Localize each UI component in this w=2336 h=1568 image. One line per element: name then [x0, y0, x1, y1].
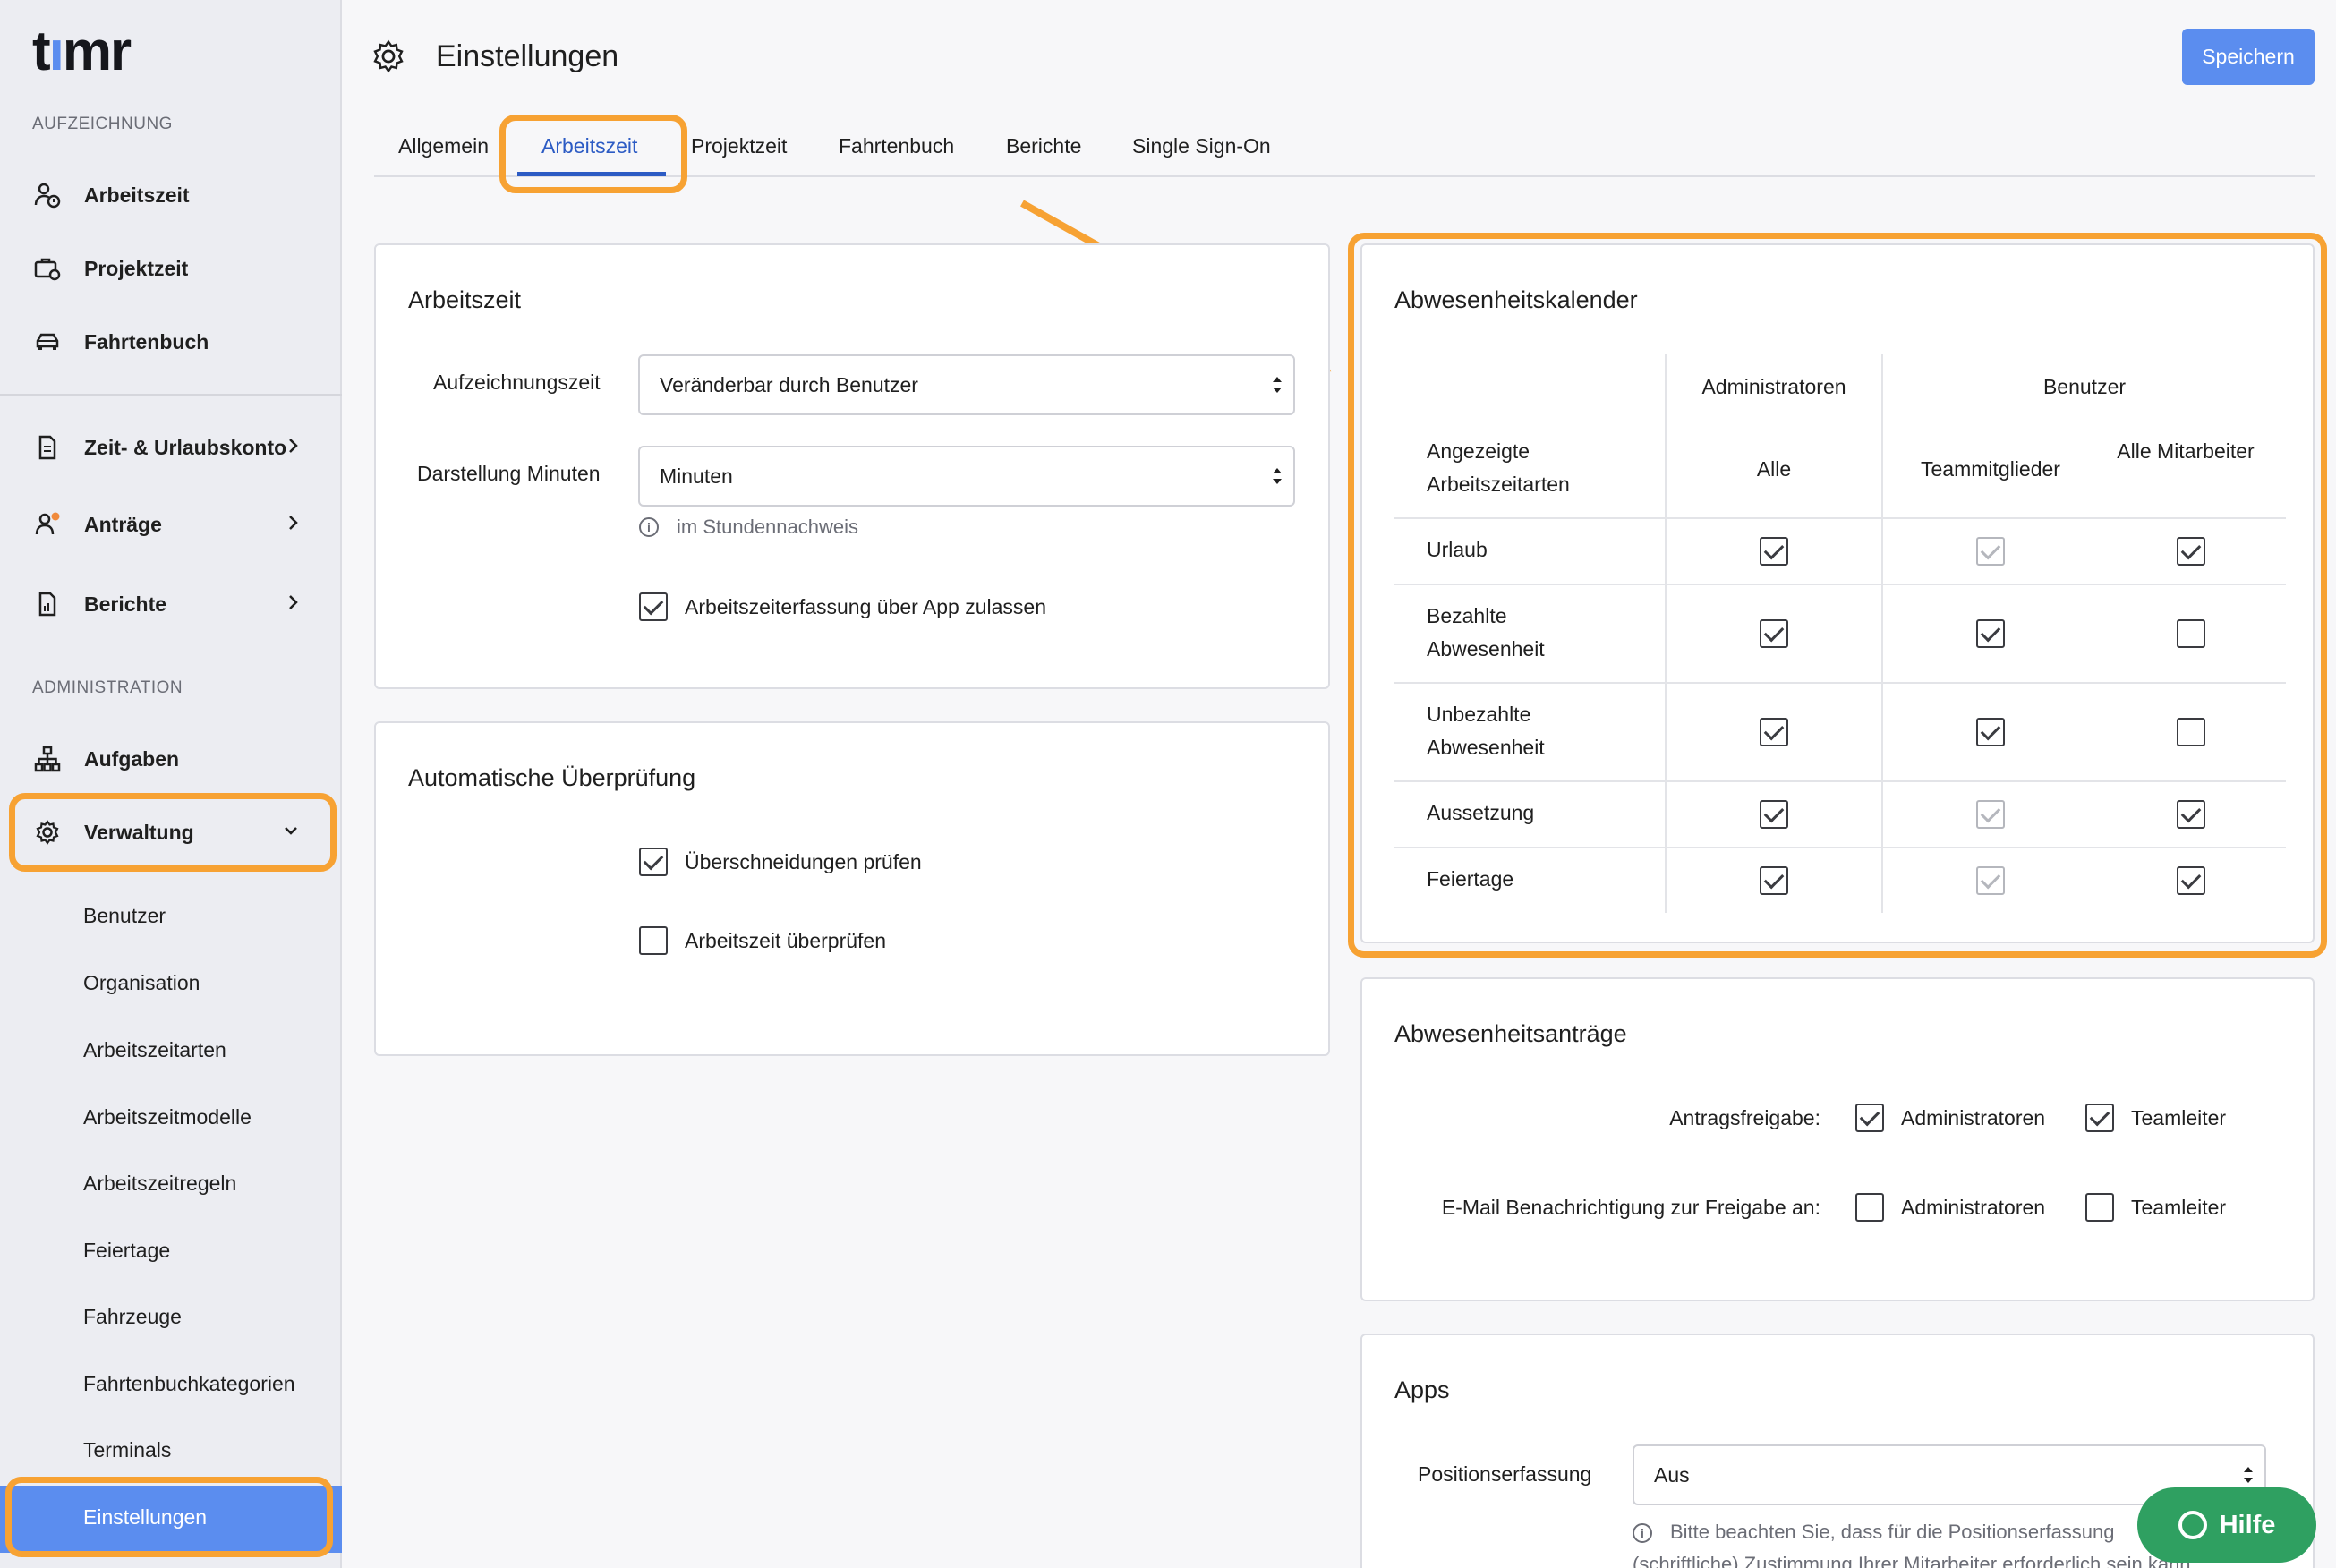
- overlap-check-checkbox[interactable]: [639, 848, 668, 876]
- timr-logo[interactable]: tımr: [32, 20, 132, 83]
- sidebar-subitem-feiertage[interactable]: Feiertage: [83, 1239, 170, 1263]
- sidebar-item-antraege[interactable]: Anträge: [32, 498, 319, 551]
- sidebar-subitem-fahrtenbuchkategorien[interactable]: Fahrtenbuchkategorien: [83, 1372, 295, 1396]
- card-title: Arbeitszeit: [408, 286, 522, 313]
- sidebar-item-label: Aufgaben: [84, 746, 180, 771]
- checkbox-label: Arbeitszeit überprüfen: [685, 929, 887, 952]
- car-icon: [32, 327, 63, 357]
- save-button[interactable]: Speichern: [2182, 29, 2315, 85]
- sidebar-item-label: Arbeitszeit: [84, 183, 190, 207]
- document-icon: [32, 432, 63, 463]
- tab-projektzeit[interactable]: Projektzeit: [691, 134, 787, 158]
- sidebar-item-arbeitszeit[interactable]: Arbeitszeit: [32, 168, 319, 222]
- gear-icon: [371, 39, 405, 78]
- help-button[interactable]: Hilfe: [2137, 1487, 2316, 1563]
- checkbox-label: Administratoren: [1901, 1106, 2046, 1129]
- approval-leads-checkbox[interactable]: [2085, 1104, 2114, 1132]
- hint-text: i im Stundennachweis: [639, 516, 858, 539]
- chat-bubble-icon: [2178, 1511, 2207, 1539]
- highlight-verwaltung: [9, 793, 337, 872]
- sidebar-subitem-arbeitszeitarten[interactable]: Arbeitszeitarten: [83, 1038, 226, 1062]
- approval-label: Antragsfreigabe:: [1669, 1106, 1820, 1129]
- sidebar-item-label: Projektzeit: [84, 256, 189, 280]
- recording-time-select[interactable]: Veränderbar durch Benutzer: [638, 354, 1295, 415]
- report-icon: [32, 589, 63, 619]
- sidebar-item-label: Fahrtenbuch: [84, 329, 209, 354]
- checkbox-label: Teamleiter: [2131, 1196, 2227, 1219]
- approval-admins-checkbox[interactable]: [1855, 1104, 1884, 1132]
- select-value: Veränderbar durch Benutzer: [660, 372, 918, 396]
- select-value: Aus: [1654, 1462, 1690, 1487]
- sidebar-subitem-fahrzeuge[interactable]: Fahrzeuge: [83, 1305, 182, 1329]
- sidebar-item-berichte[interactable]: Berichte: [32, 577, 319, 631]
- checkbox-label: Administratoren: [1901, 1196, 2046, 1219]
- highlight-einstellungen: [5, 1477, 333, 1557]
- worktime-check-checkbox[interactable]: [639, 926, 668, 955]
- select-value: Minuten: [660, 464, 733, 488]
- select-arrows-icon: [1270, 464, 1284, 494]
- tab-single-sign-on[interactable]: Single Sign-On: [1132, 134, 1271, 158]
- absence-requests-card: Abwesenheitsanträge Antragsfreigabe: Adm…: [1360, 977, 2315, 1301]
- app-recording-checkbox[interactable]: [639, 592, 668, 621]
- card-title: Automatische Überprüfung: [408, 764, 696, 791]
- sidebar-item-fahrtenbuch[interactable]: Fahrtenbuch: [32, 315, 319, 369]
- briefcase-icon: [32, 253, 63, 284]
- help-label: Hilfe: [2219, 1510, 2276, 1539]
- field-label: Aufzeichnungszeit: [433, 371, 601, 394]
- chevron-right-icon: [286, 592, 301, 618]
- field-label: Darstellung Minuten: [417, 462, 601, 485]
- hint-line-1: Bitte beachten Sie, dass für die Positio…: [1670, 1521, 2115, 1543]
- card-title: Apps: [1394, 1376, 1450, 1403]
- info-icon: i: [1633, 1523, 1652, 1544]
- sidebar: tımr AUFZEICHNUNG Arbeitszeit Projektzei…: [0, 0, 342, 1568]
- sidebar-item-label: Zeit- & Urlaubskonto: [84, 435, 287, 459]
- sidebar-subitem-organisation[interactable]: Organisation: [83, 971, 200, 995]
- info-icon: i: [639, 517, 659, 537]
- sidebar-item-zeit-urlaubskonto[interactable]: Zeit- & Urlaubskonto: [32, 421, 319, 474]
- field-label: Positionserfassung: [1418, 1462, 1592, 1486]
- select-arrows-icon: [1270, 372, 1284, 403]
- highlight-tab-arbeitszeit: [499, 115, 687, 193]
- chevron-right-icon: [286, 436, 301, 461]
- hierarchy-icon: [32, 744, 63, 774]
- email-notification-label: E-Mail Benachrichtigung zur Freigabe an:: [1441, 1196, 1820, 1219]
- arbeitszeit-card: Arbeitszeit Aufzeichnungszeit Veränderba…: [374, 243, 1330, 689]
- sidebar-subitem-arbeitszeitmodelle[interactable]: Arbeitszeitmodelle: [83, 1105, 252, 1129]
- person-clock-icon: [32, 180, 63, 210]
- section-label-recording: AUFZEICHNUNG: [32, 115, 173, 133]
- auto-check-card: Automatische Überprüfung Überschneidunge…: [374, 721, 1330, 1056]
- minutes-display-select[interactable]: Minuten: [638, 446, 1295, 507]
- card-title: Abwesenheitsanträge: [1394, 1020, 1627, 1047]
- sidebar-subitem-benutzer[interactable]: Benutzer: [83, 904, 166, 928]
- sidebar-divider: [0, 394, 342, 396]
- checkbox-label: Arbeitszeiterfassung über App zulassen: [685, 595, 1047, 618]
- sidebar-item-label: Berichte: [84, 592, 167, 616]
- highlight-absence-calendar: [1348, 233, 2327, 958]
- email-admins-checkbox[interactable]: [1855, 1193, 1884, 1222]
- sidebar-subitem-arbeitszeitregeln[interactable]: Arbeitszeitregeln: [83, 1172, 236, 1196]
- section-label-admin: ADMINISTRATION: [32, 678, 183, 697]
- page-title: Einstellungen: [436, 39, 619, 73]
- tab-allgemein[interactable]: Allgemein: [398, 134, 489, 158]
- sidebar-item-aufgaben[interactable]: Aufgaben: [32, 732, 319, 786]
- sidebar-item-projektzeit[interactable]: Projektzeit: [32, 242, 319, 295]
- hint-line-2: (schriftliche) Zustimmung Ihrer Mitarbei…: [1633, 1553, 2196, 1568]
- sidebar-subitem-terminals[interactable]: Terminals: [83, 1438, 171, 1462]
- tab-berichte[interactable]: Berichte: [1006, 134, 1081, 158]
- sidebar-item-label: Anträge: [84, 512, 162, 536]
- checkbox-label: Teamleiter: [2131, 1106, 2227, 1129]
- email-leads-checkbox[interactable]: [2085, 1193, 2114, 1222]
- tab-fahrtenbuch[interactable]: Fahrtenbuch: [839, 134, 954, 158]
- person-notify-icon: [32, 509, 63, 540]
- chevron-right-icon: [286, 513, 301, 538]
- hint-label: im Stundennachweis: [677, 516, 859, 538]
- checkbox-label: Überschneidungen prüfen: [685, 850, 922, 873]
